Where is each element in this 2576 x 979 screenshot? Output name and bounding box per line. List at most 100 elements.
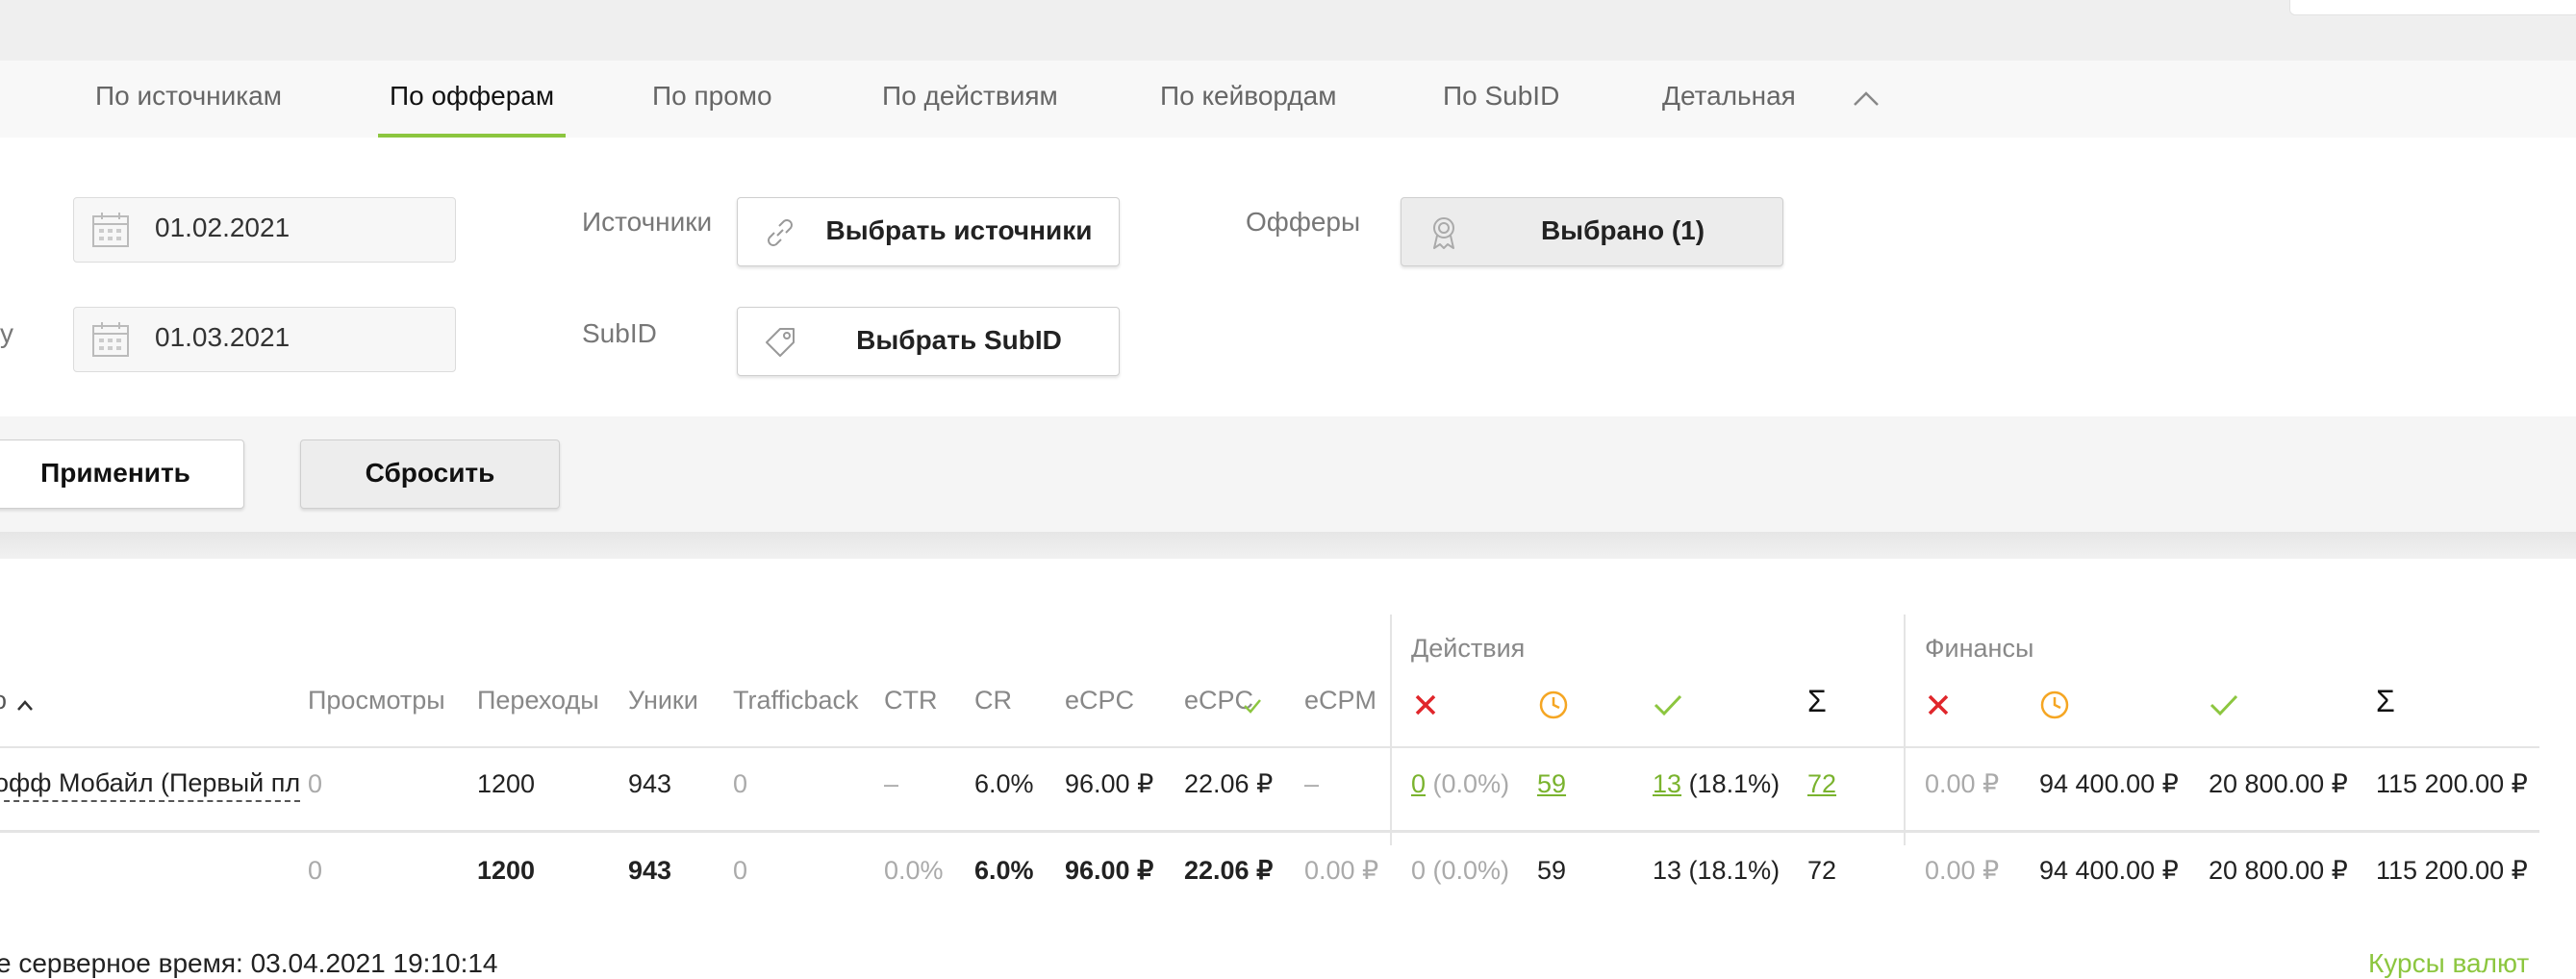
date-from-field[interactable]: 01.02.2021 — [73, 197, 456, 263]
top-bar — [0, 0, 2576, 61]
tab-by-keywords[interactable]: По кейвордам — [1160, 61, 1336, 138]
actions-total-cell: 72 — [1807, 769, 1836, 799]
award-icon — [1433, 217, 1454, 249]
uniques-column-header[interactable]: Уники — [628, 686, 698, 715]
select-sources-button[interactable]: Выбрать источники — [737, 197, 1120, 266]
tab-by-subid[interactable]: По SubID — [1443, 61, 1559, 138]
server-time: е серверное время: 03.04.2021 19:10:14 — [0, 948, 498, 979]
clicks-column-header[interactable]: Переходы — [477, 686, 599, 715]
select-offers-label: Выбрано (1) — [1540, 215, 1705, 245]
trafficback-cell: 0 — [733, 769, 748, 798]
ecpm-cell: – — [1304, 769, 1320, 798]
actions-group-header: Действия — [1411, 634, 1526, 663]
offer-column-header-text: о — [0, 686, 7, 715]
rejected-x-icon[interactable] — [1925, 691, 1952, 718]
select-sources-label: Выбрать источники — [825, 215, 1093, 245]
approved-check-icon[interactable] — [2209, 691, 2239, 718]
cr-column-header[interactable]: CR — [974, 686, 1012, 715]
total-ecpm-cell: 0.00 ₽ — [1304, 856, 1379, 885]
total-actions-cell: 72 — [1807, 856, 1837, 885]
link-icon — [768, 219, 793, 246]
pending-clock-icon[interactable] — [1538, 690, 1569, 720]
total-ctr-cell: 0.0% — [884, 856, 944, 885]
top-search-box[interactable] — [2289, 0, 2576, 15]
tab-detailed[interactable]: Детальная — [1662, 61, 1796, 138]
apply-button[interactable]: Применить — [0, 439, 244, 509]
trafficback-column-header[interactable]: Trafficback — [733, 686, 859, 715]
stats-table: Действия Финансы о Просмотры Переходы Ун… — [0, 559, 2576, 924]
total-finance-pending-cell: 94 400.00 ₽ — [2039, 856, 2179, 885]
select-offers-button[interactable]: Выбрано (1) — [1401, 197, 1783, 266]
server-time-value: 03.04.2021 19:10:14 — [250, 948, 498, 978]
report-tabs: По источникам По офферам По промо По дей… — [0, 61, 2576, 138]
uniques-cell: 943 — [628, 769, 672, 798]
offers-label: Офферы — [1246, 207, 1361, 237]
ecpc-approved-cell: 22.06 ₽ — [1184, 769, 1274, 798]
clicks-cell: 1200 — [477, 769, 536, 798]
actions-approved-link[interactable]: 13 — [1653, 769, 1681, 798]
views-cell: 0 — [308, 769, 323, 798]
tab-by-sources[interactable]: По источникам — [95, 61, 282, 138]
actions-pending-cell: 59 — [1537, 769, 1566, 799]
finance-total-sigma-icon[interactable]: Σ — [2376, 684, 2395, 719]
tab-by-promo[interactable]: По промо — [652, 61, 772, 138]
total-actions-approved-cell: 13 (18.1%) — [1653, 856, 1780, 885]
finance-rejected-cell: 0.00 ₽ — [1925, 769, 2000, 798]
ctr-column-header[interactable]: CTR — [884, 686, 938, 715]
currency-rates-link[interactable]: Курсы валют — [2368, 948, 2529, 979]
actions-rejected-cell: 0 (0.0%) — [1411, 769, 1509, 799]
total-finance-cell: 115 200.00 ₽ — [2376, 856, 2528, 885]
calendar-icon — [92, 322, 129, 357]
total-views-cell: 0 — [308, 856, 323, 885]
server-time-label: е серверное время: — [0, 948, 243, 978]
header-divider — [0, 746, 2539, 748]
tab-by-offers[interactable]: По офферам — [377, 61, 567, 138]
checkmark-icon — [1244, 699, 1261, 714]
calendar-icon — [92, 213, 129, 247]
pending-clock-icon[interactable] — [2039, 690, 2070, 720]
tab-by-actions[interactable]: По действиям — [882, 61, 1058, 138]
date-from-value: 01.02.2021 — [155, 213, 290, 242]
cr-cell: 6.0% — [974, 769, 1034, 798]
ecpm-column-header[interactable]: eCPM — [1304, 686, 1376, 715]
actions-total-sigma-icon[interactable]: Σ — [1807, 684, 1827, 719]
date-to-label: у — [0, 318, 13, 348]
finance-total-cell: 115 200.00 ₽ — [2376, 769, 2528, 798]
total-ecpc-cell: 96.00 ₽ — [1065, 856, 1154, 885]
total-uniques-cell: 943 — [628, 856, 672, 885]
total-cr-cell: 6.0% — [974, 856, 1034, 885]
select-subid-button[interactable]: Выбрать SubID — [737, 307, 1120, 376]
rejected-x-icon[interactable] — [1412, 691, 1439, 718]
filter-panel: 01.02.2021 у 01.03.2021 Источники Выбрат… — [0, 138, 2576, 416]
actions-rejected-link[interactable]: 0 — [1411, 769, 1426, 798]
actions-group-divider — [1390, 615, 1392, 845]
ecpc-cell: 96.00 ₽ — [1065, 769, 1154, 798]
approved-check-icon[interactable] — [1653, 691, 1683, 718]
actions-pending-link[interactable]: 59 — [1537, 769, 1566, 798]
total-clicks-cell: 1200 — [477, 856, 536, 885]
total-ecpc-approved-cell: 22.06 ₽ — [1184, 856, 1274, 885]
actions-approved-cell: 13 (18.1%) — [1653, 769, 1780, 799]
views-column-header[interactable]: Просмотры — [308, 686, 445, 715]
subid-label: SubID — [582, 318, 657, 348]
finance-group-header: Финансы — [1925, 634, 2034, 663]
date-to-field[interactable]: 01.03.2021 — [73, 307, 456, 372]
offer-column-header[interactable]: о — [0, 686, 7, 715]
total-finance-approved-cell: 20 800.00 ₽ — [2209, 856, 2348, 885]
panel-divider — [0, 532, 2576, 559]
chevron-up-icon[interactable] — [1849, 82, 1883, 116]
total-actions-pending-cell: 59 — [1537, 856, 1567, 885]
finance-approved-cell: 20 800.00 ₽ — [2209, 769, 2348, 798]
select-subid-label: Выбрать SubID — [856, 325, 1062, 355]
sources-label: Источники — [582, 207, 713, 237]
finance-pending-cell: 94 400.00 ₽ — [2039, 769, 2179, 798]
reset-button[interactable]: Сбросить — [300, 439, 560, 509]
offer-name-link[interactable]: офф Мобайл (Первый пл — [0, 768, 301, 802]
ecpc-column-header[interactable]: eCPC — [1065, 686, 1134, 715]
total-finance-rejected-cell: 0.00 ₽ — [1925, 856, 2000, 885]
date-to-value: 01.03.2021 — [155, 322, 290, 352]
finance-group-divider — [1904, 615, 1906, 845]
actions-rejected-pct: (0.0%) — [1432, 769, 1510, 798]
sort-ascending-icon[interactable] — [15, 697, 35, 713]
actions-total-link[interactable]: 72 — [1807, 769, 1836, 798]
